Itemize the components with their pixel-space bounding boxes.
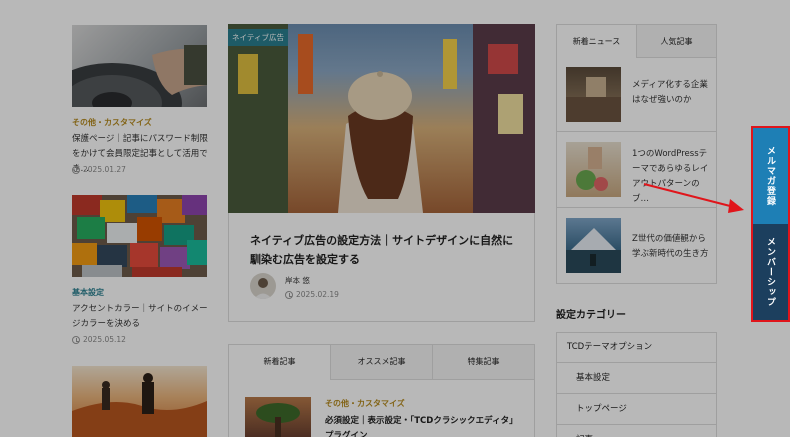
featured-date: 2025.02.19 — [285, 290, 339, 299]
featured-image[interactable] — [228, 24, 535, 213]
membership-label: メンバーシップ — [765, 237, 775, 307]
news-title: メディア化する企業はなぜ強いのか — [632, 80, 708, 105]
tab-featured-articles[interactable]: 特集記事 — [432, 344, 535, 380]
bonsai-thumbnail[interactable] — [245, 397, 311, 437]
desert-hikers-image — [72, 373, 207, 437]
post-title[interactable]: 必須設定｜表示設定・「TCDクラシックエディタ」プラグイン — [325, 414, 525, 437]
avatar-image — [254, 278, 272, 299]
category-heading: 設定カテゴリー — [556, 310, 626, 321]
category-item-articles[interactable]: 記事 — [556, 425, 717, 437]
category-item-basic[interactable]: 基本設定 — [556, 363, 717, 394]
clock-icon — [72, 335, 80, 344]
tab-recommended-articles[interactable]: オススメ記事 — [330, 344, 433, 380]
newsletter-label: メルマガ登録 — [765, 146, 775, 206]
newsletter-button[interactable]: メルマガ登録 — [753, 128, 788, 224]
page: その他・カスタマイズ 保護ページ｜記事にパスワード制限をかけて会員限定記事として… — [0, 0, 790, 437]
post-category[interactable]: 基本設定 — [72, 287, 104, 298]
tab-latest-articles[interactable]: 新着記事 — [228, 344, 331, 380]
post-title[interactable]: アクセントカラー｜サイトのイメージカラーを決める — [72, 302, 210, 332]
tab-latest-news[interactable]: 新着ニュース — [556, 24, 637, 58]
post-date: 2025.05.12 — [72, 335, 126, 344]
featured-title[interactable]: ネイティブ広告の設定方法｜サイトデザインに自然に馴染む広告を設定する — [250, 231, 518, 269]
city-street-woman-image — [228, 24, 535, 213]
clock-icon — [72, 165, 80, 174]
clock-icon — [285, 290, 293, 299]
category-item-tcd-options[interactable]: TCDテーマオプション — [556, 332, 717, 363]
author-avatar — [250, 273, 276, 299]
news-thumbnail — [566, 218, 621, 273]
featured-label[interactable]: ネイティブ広告 — [228, 29, 288, 46]
food-preparation-image — [576, 147, 608, 191]
news-thumbnail — [566, 142, 621, 197]
membership-button[interactable]: メンバーシップ — [753, 224, 788, 320]
post-date-text: 2025.01.27 — [83, 165, 126, 174]
category-item-top-page[interactable]: トップページ — [556, 394, 717, 425]
post-thumbnail-collage[interactable] — [72, 195, 207, 277]
color-collage-image — [72, 195, 207, 277]
news-item[interactable]: メディア化する企業はなぜ強いのか — [556, 58, 717, 132]
featured-date-text: 2025.02.19 — [296, 290, 339, 299]
office-interior-image — [566, 77, 621, 122]
post-date: 2025.01.27 — [72, 165, 126, 174]
mountain-lake-image — [566, 228, 621, 273]
arrow-annotation-icon — [643, 183, 744, 213]
author-name[interactable]: 岸本 悠 — [285, 275, 310, 286]
post-date-text: 2025.05.12 — [83, 335, 126, 344]
tab-popular-articles[interactable]: 人気記事 — [636, 24, 717, 58]
post-thumbnail-desert[interactable] — [72, 366, 207, 437]
vinyl-hand-image — [72, 45, 207, 107]
bonsai-image — [256, 403, 300, 437]
post-thumbnail-vinyl[interactable] — [72, 25, 207, 107]
news-title: Z世代の価値観から学ぶ新時代の生き方 — [632, 234, 709, 259]
news-thumbnail — [566, 67, 621, 122]
post-category[interactable]: その他・カスタマイズ — [72, 117, 152, 128]
post-category[interactable]: その他・カスタマイズ — [325, 398, 405, 409]
